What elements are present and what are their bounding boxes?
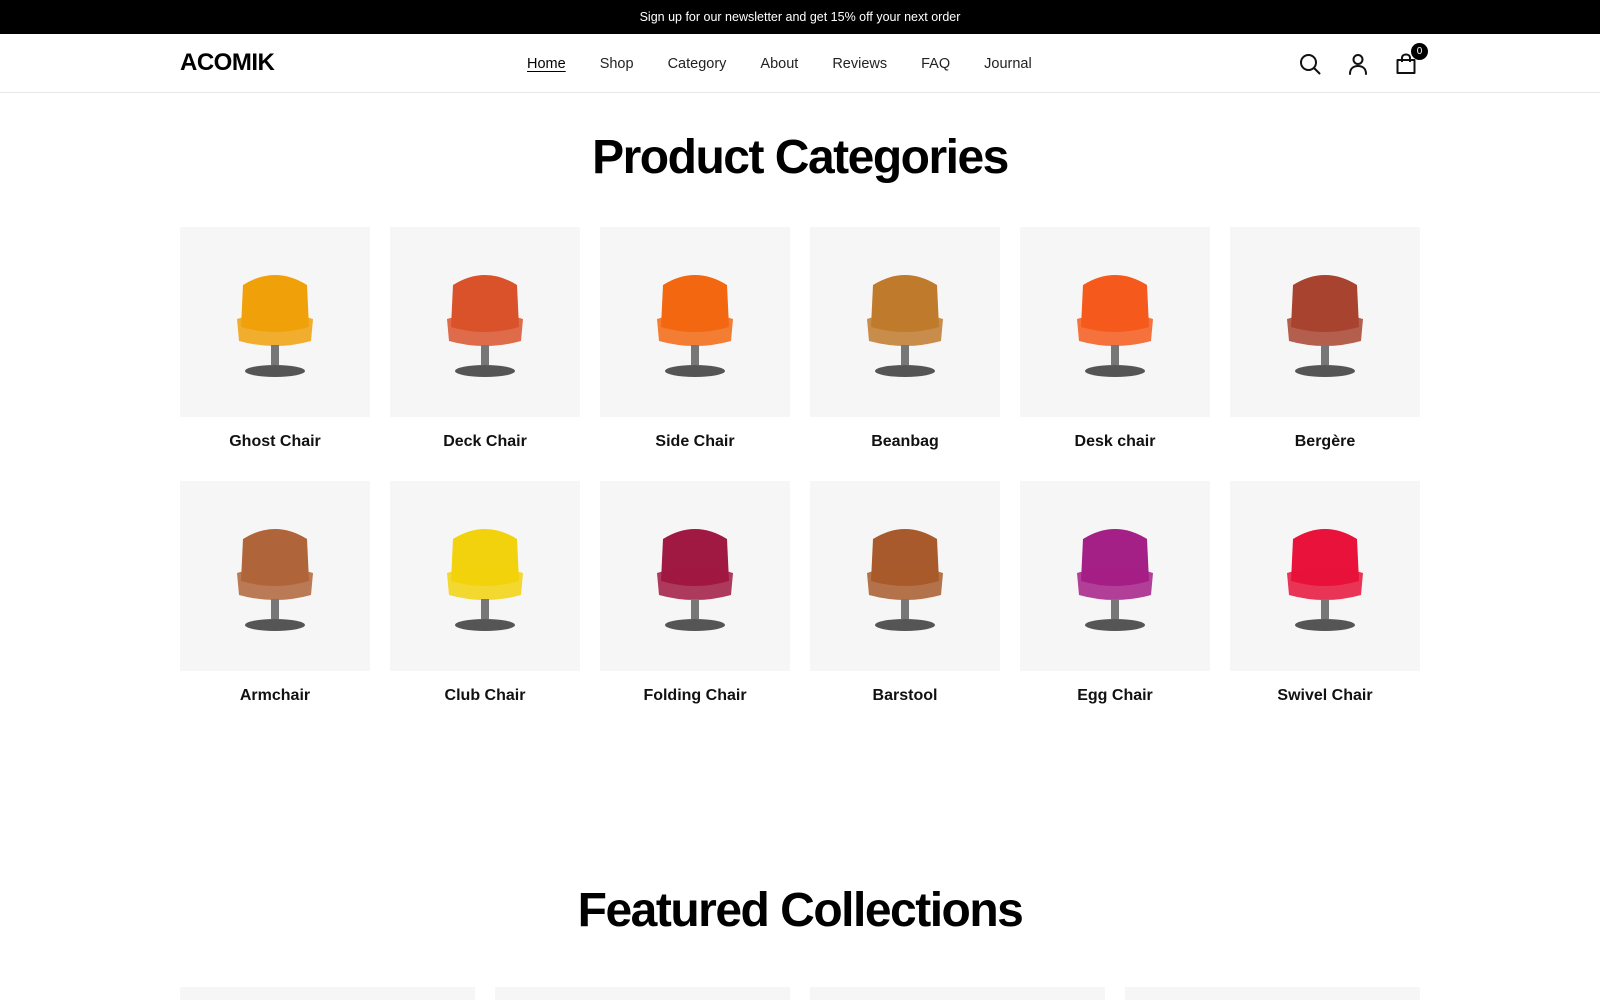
category-card-club-chair[interactable]: Club Chair [390,481,580,735]
main-nav: Home Shop Category About Reviews FAQ Jou… [510,34,1049,93]
category-card-berg-re[interactable]: Bergère [1230,227,1420,481]
category-card-desk-chair[interactable]: Desk chair [1020,227,1210,481]
chair-icon [867,529,943,631]
account-button[interactable] [1344,50,1372,78]
account-icon [1349,53,1367,75]
chair-icon [1287,529,1363,631]
search-icon [1300,53,1321,74]
category-label[interactable]: Side Chair [600,433,790,451]
featured-collections-title: Featured Collections [577,884,1024,937]
chair-icon [237,275,313,377]
collection-card[interactable] [1125,987,1420,1000]
category-image[interactable] [390,227,580,417]
collection-card[interactable] [180,987,475,1000]
category-image[interactable] [600,227,790,417]
category-card-egg-chair[interactable]: Egg Chair [1020,481,1210,735]
category-grid: Ghost Chair Deck Chair Side Chair Beanba… [180,227,1420,735]
category-label[interactable]: Swivel Chair [1230,687,1420,705]
category-image[interactable] [810,227,1000,417]
chair-icon [447,529,523,631]
category-image[interactable] [600,481,790,671]
nav-category[interactable]: Category [660,56,735,72]
nav-faq[interactable]: FAQ [913,56,958,72]
chair-icon [237,529,313,631]
featured-collections-grid [180,987,1420,1000]
collection-card[interactable] [810,987,1105,1000]
announcement-bar: Sign up for our newsletter and get 15% o… [0,0,1600,34]
category-label[interactable]: Barstool [810,687,1000,705]
search-button[interactable] [1296,50,1324,78]
category-card-deck-chair[interactable]: Deck Chair [390,227,580,481]
chair-icon [447,275,523,377]
category-label[interactable]: Deck Chair [390,433,580,451]
product-categories-title: Product Categories [592,131,1009,184]
category-card-folding-chair[interactable]: Folding Chair [600,481,790,735]
category-image[interactable] [180,227,370,417]
category-image[interactable] [1230,481,1420,671]
cart-count-badge: 0 [1411,42,1428,60]
nav-home[interactable]: Home [519,56,574,72]
category-card-armchair[interactable]: Armchair [180,481,370,735]
category-label[interactable]: Club Chair [390,687,580,705]
category-card-side-chair[interactable]: Side Chair [600,227,790,481]
category-card-swivel-chair[interactable]: Swivel Chair [1230,481,1420,735]
category-image[interactable] [1020,481,1210,671]
category-image[interactable] [180,481,370,671]
chair-icon [1077,529,1153,631]
nav-reviews[interactable]: Reviews [824,56,895,72]
site-header: ACOMIK Home Shop Category About Reviews … [0,34,1600,93]
category-image[interactable] [390,481,580,671]
logo[interactable]: ACOMIK [180,49,275,77]
category-image[interactable] [1020,227,1210,417]
category-label[interactable]: Bergère [1230,433,1420,451]
category-card-ghost-chair[interactable]: Ghost Chair [180,227,370,481]
category-label[interactable]: Desk chair [1020,433,1210,451]
nav-shop[interactable]: Shop [592,56,642,72]
collection-card[interactable] [495,987,790,1000]
nav-about[interactable]: About [752,56,806,72]
category-card-barstool[interactable]: Barstool [810,481,1000,735]
chair-icon [867,275,943,377]
category-label[interactable]: Egg Chair [1020,687,1210,705]
category-label[interactable]: Beanbag [810,433,1000,451]
category-card-beanbag[interactable]: Beanbag [810,227,1000,481]
header-icons: 0 [1296,34,1428,93]
cart-button[interactable]: 0 [1392,42,1428,78]
nav-journal[interactable]: Journal [976,56,1040,72]
category-label[interactable]: Armchair [180,687,370,705]
chair-icon [1077,275,1153,377]
chair-icon [1287,275,1363,377]
chair-icon [657,275,733,377]
announcement-text: Sign up for our newsletter and get 15% o… [639,10,961,24]
chair-icon [657,529,733,631]
category-image[interactable] [810,481,1000,671]
category-image[interactable] [1230,227,1420,417]
category-label[interactable]: Folding Chair [600,687,790,705]
category-label[interactable]: Ghost Chair [180,433,370,451]
